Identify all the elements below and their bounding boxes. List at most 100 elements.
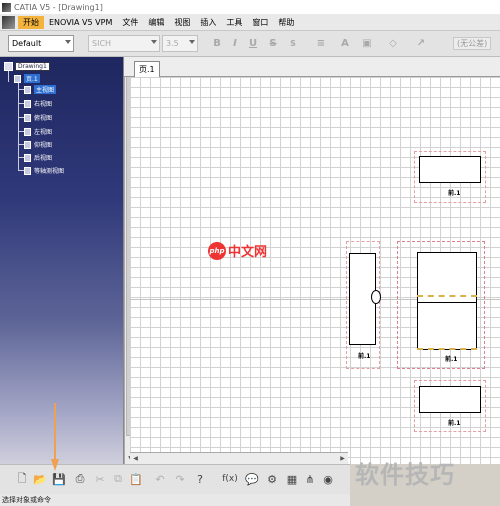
text-frame-icon[interactable]: A: [338, 36, 352, 51]
tree-view-7[interactable]: 等轴测视图: [24, 166, 64, 175]
menu-enovia[interactable]: ENOVIA V5 VPM: [44, 17, 117, 28]
menu-window[interactable]: 窗口: [247, 16, 273, 29]
font-value: SICH: [92, 39, 112, 48]
drawing-canvas[interactable]: 前.1 前.1 前.1 前.1: [130, 77, 500, 464]
save-icon[interactable]: 💾: [51, 471, 67, 487]
font-size-value: 3.5: [166, 39, 179, 48]
comment-icon[interactable]: 💬: [244, 471, 260, 487]
tree-view-label: 左视图: [34, 129, 53, 136]
scroll-left-icon[interactable]: ◀: [130, 453, 141, 464]
tree-sheet-label: 页.1: [24, 74, 40, 83]
drawing-view-left[interactable]: 前.1: [346, 241, 381, 369]
view-label: 前.1: [358, 353, 371, 360]
tree-view-label: 后视图: [34, 155, 53, 162]
leader-icon[interactable]: ↗: [414, 36, 428, 51]
font-size-select[interactable]: 3.5: [162, 35, 198, 52]
chevron-down-icon: [151, 40, 157, 44]
chevron-down-icon: [189, 40, 195, 44]
canvas-hscrollbar[interactable]: ◀ ▶: [130, 452, 348, 464]
sheet-tab-bar: 页.1: [124, 57, 500, 77]
scroll-right-icon[interactable]: ▶: [337, 453, 348, 464]
tree-view-3[interactable]: 俯视图: [24, 113, 52, 122]
table-icon[interactable]: ▦: [284, 471, 300, 487]
open-folder-icon[interactable]: 📂: [32, 471, 48, 487]
window-title: CATIA V5 - [Drawing1]: [14, 2, 103, 12]
menu-insert[interactable]: 插入: [195, 16, 221, 29]
sheet-icon: [14, 74, 21, 83]
title-bar: CATIA V5 - [Drawing1]: [0, 0, 500, 14]
chevron-down-icon: [65, 40, 71, 44]
tree-view-label: 主视图: [34, 85, 57, 94]
view-label: 前.1: [448, 420, 461, 427]
view-label: 前.1: [445, 356, 458, 363]
style-select[interactable]: Default: [8, 35, 74, 52]
strike-button[interactable]: S: [266, 36, 280, 51]
app-icon: [2, 2, 11, 12]
php-watermark-text: 中文网: [228, 245, 268, 260]
view-label: 前.1: [448, 190, 461, 197]
menu-file[interactable]: 文件: [117, 16, 143, 29]
view-icon: [24, 85, 31, 94]
redo-icon[interactable]: ↷: [172, 471, 188, 487]
macro-icon[interactable]: ⚙: [264, 471, 280, 487]
drawing-view-bottom[interactable]: 前.1: [414, 380, 486, 432]
view-icon: [24, 99, 31, 108]
tree-root-label: Drawing1: [15, 62, 50, 71]
help-icon[interactable]: ?: [192, 471, 208, 487]
tree-view-6[interactable]: 后视图: [24, 153, 52, 162]
new-file-icon[interactable]: 🗋: [14, 471, 30, 487]
italic-button[interactable]: I: [228, 36, 242, 51]
symbol-icon[interactable]: ◇: [386, 36, 400, 51]
view-icon: [24, 127, 31, 136]
save-pointer-arrow-icon: [51, 403, 59, 471]
tree-sheet[interactable]: 页.1: [14, 74, 40, 83]
tree-view-2[interactable]: 右视图: [24, 99, 52, 108]
menu-edit[interactable]: 编辑: [143, 16, 169, 29]
view-icon: [24, 140, 31, 149]
tree-view-label: 仰视图: [34, 142, 53, 149]
tab-sheet-1[interactable]: 页.1: [134, 61, 160, 77]
paste-icon[interactable]: 📋: [128, 471, 144, 487]
menu-view[interactable]: 视图: [169, 16, 195, 29]
print-icon[interactable]: ⎙: [72, 471, 88, 487]
tolerance-select[interactable]: (无公差): [453, 37, 492, 50]
cut-icon[interactable]: ✂: [92, 471, 108, 487]
underline-button[interactable]: U: [246, 36, 260, 51]
undo-icon[interactable]: ↶: [152, 471, 168, 487]
menu-tools[interactable]: 工具: [221, 16, 247, 29]
bold-button[interactable]: B: [210, 36, 224, 51]
drawing-view-top[interactable]: 前.1: [414, 151, 486, 203]
status-bar: 选择对象或命令: [0, 494, 350, 506]
catia-logo-icon[interactable]: [2, 15, 15, 29]
text-properties-toolbar: Default SICH 3.5 B I U S S ≡ A ▣ ◇ ↗ (无公…: [0, 31, 500, 57]
menu-bar: 开始 ENOVIA V5 VPM 文件 编辑 视图 插入 工具 窗口 帮助: [0, 14, 500, 31]
tree-view-4[interactable]: 左视图: [24, 127, 52, 136]
tree-view-label: 俯视图: [34, 115, 53, 122]
align-icon[interactable]: ≡: [314, 36, 328, 51]
php-logo: php: [208, 241, 226, 260]
corner-watermark: 软件技巧: [355, 461, 455, 489]
status-message: 选择对象或命令: [2, 496, 51, 504]
render-icon[interactable]: ◉: [320, 471, 336, 487]
style-value: Default: [12, 39, 42, 48]
php-watermark: php 中文网: [208, 241, 267, 260]
anchor-icon[interactable]: ▣: [360, 36, 374, 51]
specification-tree: Drawing1 页.1 主视图 右视图 俯视图 左视图 仰视图 后视图 等轴测…: [0, 57, 124, 464]
superscript-button[interactable]: S: [286, 36, 300, 51]
hierarchy-icon[interactable]: ⋔: [302, 471, 318, 487]
tree-view-label: 右视图: [34, 101, 53, 108]
formula-icon[interactable]: f(x): [222, 471, 238, 487]
drawing-view-front[interactable]: 前.1: [397, 241, 485, 369]
tree-view-1[interactable]: 主视图: [24, 85, 57, 94]
font-select[interactable]: SICH: [88, 35, 160, 52]
tree-view-5[interactable]: 仰视图: [24, 140, 52, 149]
view-icon: [24, 113, 31, 122]
menu-start[interactable]: 开始: [18, 15, 44, 29]
tree-view-label: 等轴测视图: [34, 168, 65, 175]
tree-root[interactable]: Drawing1: [4, 62, 50, 71]
view-icon: [24, 153, 31, 162]
menu-help[interactable]: 帮助: [273, 16, 299, 29]
drawing-icon: [4, 62, 13, 71]
view-icon: [24, 166, 31, 175]
copy-icon[interactable]: ⧉: [110, 471, 126, 487]
